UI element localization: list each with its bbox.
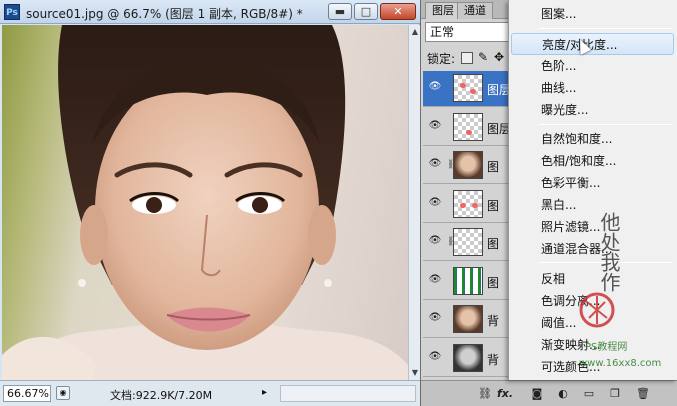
document-size: 文档:922.9K/7.20M [110,389,213,402]
thumbnail-mark [460,202,466,208]
status-menu-arrow-icon[interactable]: ▸ [262,387,267,398]
lock-brush-icon[interactable]: ✎ [477,51,489,64]
layer-thumbnail[interactable] [453,228,483,256]
photoshop-icon: Ps [4,4,20,20]
visibility-eye-icon[interactable]: 👁 [428,312,442,326]
menu-item[interactable]: 照片滤镜... [511,216,674,238]
minimize-button[interactable]: ▬ [328,3,352,20]
menu-item[interactable]: 通道混合器... [511,238,674,260]
mask-icon[interactable]: ◙ [529,386,545,402]
menu-item[interactable]: 色相/饱和度... [511,150,674,172]
menu-item[interactable]: 曝光度... [511,99,674,121]
menu-item[interactable]: 色阶... [511,55,674,77]
layer-name[interactable]: 图层 1 副本 [487,81,509,98]
visibility-eye-icon[interactable]: 👁 [428,274,442,288]
layer-thumbnail[interactable] [453,151,483,179]
layer-name[interactable]: 背 [487,351,509,368]
new-layer-icon[interactable]: ❐ [607,386,623,402]
document-window: Ps source01.jpg @ 66.7% (图层 1 副本, RGB/8#… [0,0,420,406]
portrait-photo [2,25,408,380]
visibility-eye-icon[interactable]: 👁 [428,120,442,134]
group-icon[interactable]: ▭ [581,386,597,402]
tab-channels[interactable]: 通道 [457,2,493,19]
panel-footer: ⛓ fx. ◙ ◐ ▭ ❐ 🗑 [421,380,677,406]
layer-row[interactable]: 👁 图层 1 副本 [423,71,509,107]
tab-layers[interactable]: 图层 [425,2,461,19]
layer-name[interactable]: 图 [487,235,509,252]
status-info-icon[interactable]: ◉ [56,386,70,400]
document-title: source01.jpg @ 66.7% (图层 1 副本, RGB/8#) * [26,7,303,21]
menu-separator [539,262,672,263]
layer-thumbnail[interactable] [453,343,483,372]
thumbnail-mark [472,202,478,208]
layer-name[interactable]: 图 [487,158,509,175]
visibility-eye-icon[interactable]: 👁 [428,351,442,365]
zoom-input[interactable]: 66.67% [3,385,51,402]
layer-row[interactable]: 👁 背 [423,340,509,377]
menu-item[interactable]: 自然饱和度... [511,128,674,150]
layer-row[interactable]: 👁⛓图 [423,148,509,184]
image-canvas[interactable] [2,25,408,380]
lock-transparency-icon[interactable] [461,52,473,64]
visibility-eye-icon[interactable]: 👁 [428,197,442,211]
lock-label: 锁定: [427,52,456,66]
menu-item[interactable]: 亮度/对比度... [511,33,674,55]
layer-row[interactable]: 👁 图层 [423,109,509,146]
layer-row[interactable]: 👁 背 [423,302,509,338]
layer-name[interactable]: 背 [487,312,509,329]
adjustment-layer-menu: 图案... 亮度/对比度... 色阶... 曲线... 曝光度... 自然饱和度... 色相… [508,0,677,380]
thumbnail-mark [460,83,466,88]
layer-thumbnail[interactable] [453,305,483,333]
layer-thumbnail[interactable] [453,266,483,295]
horizontal-scrollbar[interactable] [280,385,416,402]
lock-move-icon[interactable]: ✥ [493,51,505,64]
menu-item[interactable]: 反相 [511,268,674,290]
adjustment-icon[interactable]: ◐ [555,386,571,402]
layer-name[interactable]: 图 [487,274,509,291]
document-title-bar[interactable]: Ps source01.jpg @ 66.7% (图层 1 副本, RGB/8#… [0,0,420,24]
layer-thumbnail[interactable] [453,189,483,218]
layer-thumbnail[interactable] [453,112,483,141]
thumbnail-mark [470,89,476,94]
layer-list: 👁图层 1 副本👁图层👁⛓图👁图👁⛓图👁图👁背👁背 [423,71,509,379]
fx-icon[interactable]: fx. [497,386,513,402]
vertical-scrollbar[interactable]: ▲ ▼ [408,25,420,380]
menu-item[interactable]: 可选颜色... [511,356,674,378]
visibility-eye-icon[interactable]: 👁 [428,235,442,249]
scroll-down-icon[interactable]: ▼ [410,367,420,379]
menu-item[interactable]: 色彩平衡... [511,172,674,194]
trash-icon[interactable]: 🗑 [635,386,651,402]
status-bar: 66.67% ◉ 文档:922.9K/7.20M ▸ [0,380,420,406]
menu-separator [539,124,672,125]
maximize-button[interactable]: □ [354,3,378,20]
thumbnail-mark [466,129,472,135]
menu-item[interactable]: 阈值... [511,312,674,334]
menu-item[interactable]: 黑白... [511,194,674,216]
menu-item[interactable]: 曲线... [511,77,674,99]
menu-item[interactable]: 色调分离... [511,290,674,312]
scroll-up-icon[interactable]: ▲ [410,26,420,38]
link-icon[interactable]: ⛓ [477,386,493,402]
layer-name[interactable]: 图层 [487,120,509,137]
visibility-eye-icon[interactable]: 👁 [428,158,442,172]
layer-name[interactable]: 图 [487,197,509,214]
layer-row[interactable]: 👁⛓图 [423,225,509,261]
layer-row[interactable]: 👁 图 [423,186,509,223]
layer-thumbnail[interactable] [453,74,483,102]
menu-item[interactable]: 图案... [511,3,674,25]
menu-item[interactable]: 渐变映射... [511,334,674,356]
layer-row[interactable]: 👁 图 [423,263,509,300]
menu-separator [539,28,672,29]
close-button[interactable]: ✕ [380,3,416,20]
visibility-eye-icon[interactable]: 👁 [428,81,442,95]
